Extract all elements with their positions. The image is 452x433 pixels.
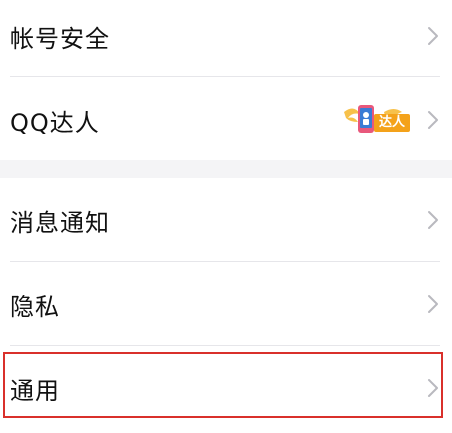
chevron-right-icon: [428, 379, 438, 397]
daren-badge-text: 达人: [374, 114, 410, 132]
row-divider: [10, 76, 440, 77]
row-account-security[interactable]: 帐号安全: [0, 0, 452, 78]
row-qq-daren[interactable]: QQ达人 达人: [0, 78, 452, 162]
row-privacy[interactable]: 隐私: [0, 262, 452, 346]
row-qq-daren-label: QQ达人: [10, 108, 100, 137]
row-notifications-label: 消息通知: [10, 208, 110, 237]
settings-group-general: 消息通知 隐私 通用: [0, 178, 452, 433]
daren-badge: 达人: [340, 98, 412, 140]
settings-group-account: 帐号安全 QQ达人 达人: [0, 0, 452, 160]
chevron-right-icon: [428, 211, 438, 229]
row-account-security-label: 帐号安全: [10, 24, 110, 53]
chevron-right-icon: [428, 111, 438, 129]
row-general[interactable]: 通用: [0, 346, 452, 430]
row-general-label: 通用: [10, 376, 60, 405]
chevron-right-icon: [428, 295, 438, 313]
row-privacy-label: 隐私: [10, 292, 60, 321]
row-notifications[interactable]: 消息通知: [0, 178, 452, 262]
chevron-right-icon: [428, 27, 438, 45]
